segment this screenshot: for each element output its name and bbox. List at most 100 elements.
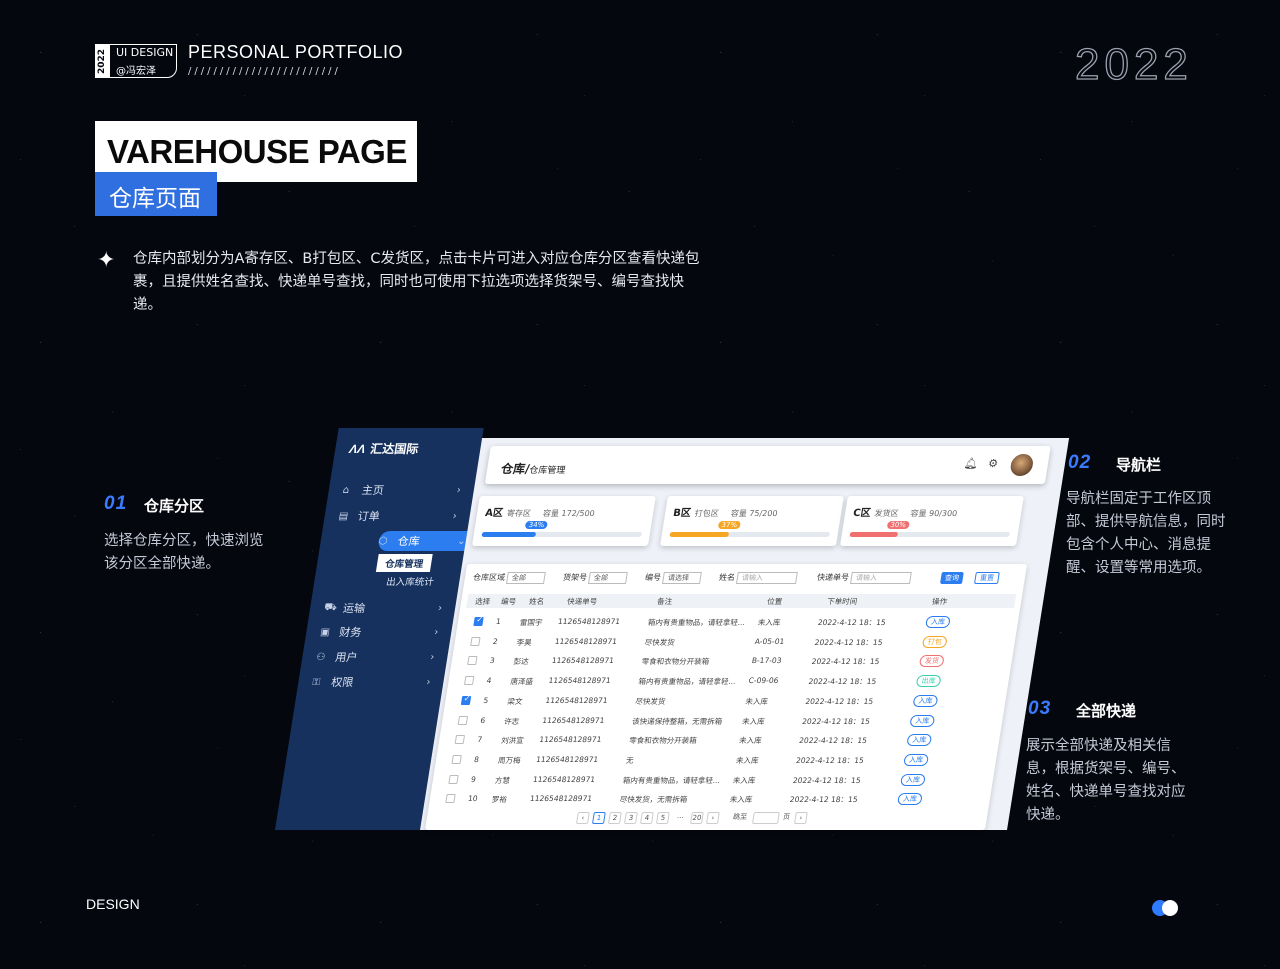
action-button[interactable]: 发货 bbox=[918, 655, 945, 668]
row-checkbox[interactable] bbox=[451, 754, 462, 764]
action-button[interactable]: 入库 bbox=[900, 773, 926, 786]
page-button[interactable]: 1 bbox=[591, 812, 606, 824]
sidebar-item-1[interactable]: ▤ 订单 › bbox=[337, 506, 458, 526]
page-button[interactable]: 2 bbox=[607, 812, 622, 824]
jump-go-button[interactable]: › bbox=[793, 812, 808, 824]
logo-mark-icon: ΛΛ bbox=[348, 442, 367, 456]
zone-card[interactable]: C区 发货区 容量 90/300 30% bbox=[839, 496, 1024, 546]
cell-track: 1126548128971 bbox=[538, 735, 603, 745]
cell-note: 箱内有贵重物品，请轻拿轻... bbox=[637, 677, 737, 687]
cell-note: 尽快发货，无需拆箱 bbox=[619, 795, 688, 805]
row-checkbox[interactable] bbox=[445, 794, 456, 804]
brand-year: 2022 bbox=[95, 44, 110, 78]
table-row[interactable]: 8 周万梅 1126548128971 无 未入库 2022-4-12 18：15 入库 bbox=[441, 752, 992, 768]
sidebar-item-6[interactable]: ⚿ 权限 › bbox=[311, 672, 432, 692]
cell-loc: 未入库 bbox=[735, 755, 760, 765]
cell-no: 6 bbox=[479, 715, 486, 725]
number-select[interactable]: 请选择 bbox=[661, 572, 702, 584]
cell-name: 雷国宇 bbox=[519, 618, 544, 627]
action-button[interactable]: 入库 bbox=[903, 753, 930, 766]
cell-no: 7 bbox=[476, 735, 483, 745]
finance-icon: ▣ bbox=[319, 626, 331, 638]
action-button[interactable]: 出库 bbox=[915, 675, 942, 688]
table-row[interactable]: 10 罗裕 1126548128971 尽快发货，无需拆箱 未入库 2022-4-12 1… bbox=[435, 791, 986, 807]
breadcrumb-item[interactable]: 仓库管理 bbox=[528, 466, 566, 476]
action-button[interactable]: 入库 bbox=[896, 793, 923, 806]
brand-line2: @冯宏泽 bbox=[116, 66, 156, 77]
cell-name: 方慧 bbox=[494, 775, 511, 785]
jump-page-input[interactable] bbox=[751, 812, 780, 824]
section-number: 01 bbox=[104, 493, 128, 514]
cell-loc: 未入库 bbox=[732, 775, 757, 785]
page-button[interactable]: 3 bbox=[623, 812, 638, 824]
page-button[interactable]: 4 bbox=[639, 812, 654, 824]
prev-page-button[interactable]: ‹ bbox=[575, 812, 590, 824]
cell-no: 4 bbox=[485, 676, 493, 686]
brand-line1: UI DESIGN bbox=[116, 46, 174, 59]
cell-loc: A-05-01 bbox=[754, 636, 786, 646]
sub-nav-item[interactable]: 出入库统计 bbox=[385, 574, 435, 588]
zone-card[interactable]: A区 寄存区 容量 172/500 34% bbox=[471, 496, 656, 546]
sparkle-icon: ✦ bbox=[97, 248, 116, 273]
row-checkbox[interactable] bbox=[460, 695, 472, 705]
action-button[interactable]: 入库 bbox=[906, 734, 933, 747]
page-button[interactable]: 20 bbox=[689, 812, 704, 824]
row-checkbox[interactable] bbox=[463, 676, 475, 686]
cell-no: 9 bbox=[470, 774, 477, 784]
cell-note: 零食和衣物分开装箱 bbox=[640, 657, 710, 667]
sidebar-item-3[interactable]: ⛟ 运输 › bbox=[323, 598, 444, 618]
chevron-icon: › bbox=[429, 651, 436, 663]
cell-note: 箱内有贵重物品，请轻拿轻... bbox=[647, 618, 746, 627]
toggle-dots-icon bbox=[1152, 900, 1178, 916]
page-button[interactable]: 5 bbox=[655, 812, 670, 824]
row-checkbox[interactable] bbox=[467, 656, 478, 666]
next-page-button[interactable]: › bbox=[705, 812, 720, 824]
cell-name: 许志 bbox=[503, 716, 520, 726]
sidebar-item-5[interactable]: ⚇ 用户 › bbox=[315, 647, 436, 667]
table-row[interactable]: 6 许志 1126548128971 该快递保持整箱，无需拆箱 未入库 2022-4-12… bbox=[447, 713, 998, 729]
table-row[interactable]: 5 梁文 1126548128971 尽快发货 未入库 2022-4-12 18：15 入库 bbox=[450, 693, 1001, 709]
sidebar-item-0[interactable]: ⌂ 主页 › bbox=[341, 480, 462, 500]
sub-nav-item[interactable]: 仓库管理 bbox=[375, 554, 433, 572]
action-button[interactable]: 入库 bbox=[924, 616, 951, 628]
reset-button[interactable]: 重置 bbox=[973, 572, 1000, 584]
cell-track: 1126548128971 bbox=[547, 676, 612, 686]
action-button[interactable]: 打包 bbox=[921, 635, 948, 648]
table-row[interactable]: 3 彭达 1126548128971 零食和衣物分开装箱 B-17-03 2022-4-1… bbox=[456, 653, 1007, 669]
action-button[interactable]: 入库 bbox=[912, 694, 939, 707]
gear-icon[interactable]: ⚙ bbox=[987, 457, 999, 470]
row-checkbox[interactable] bbox=[470, 636, 481, 646]
shelf-select[interactable]: 全部 bbox=[587, 572, 628, 584]
name-input[interactable]: 请输入 bbox=[735, 572, 798, 584]
sidebar-item-2[interactable]: ⬡ 仓库 ⌄ bbox=[377, 531, 468, 551]
action-button[interactable]: 入库 bbox=[909, 714, 936, 727]
user-icon: ⚇ bbox=[315, 651, 327, 663]
cell-time: 2022-4-12 18：15 bbox=[798, 736, 868, 746]
table-row[interactable]: 4 唐泽盛 1126548128971 箱内有贵重物品，请轻拿轻... C-09-06 2… bbox=[453, 673, 1004, 689]
cell-name: 唐泽盛 bbox=[509, 677, 534, 687]
table-row[interactable]: 9 方慧 1126548128971 箱内有贵重物品，请轻拿轻... 未入库 2022-4… bbox=[438, 772, 989, 788]
zone-card-title: B区 打包区 容量 75/200 bbox=[672, 508, 779, 519]
zone-card-title: C区 发货区 容量 90/300 bbox=[852, 508, 958, 519]
bell-icon[interactable]: 🔔︎ bbox=[963, 457, 979, 470]
row-checkbox[interactable] bbox=[473, 617, 484, 626]
row-checkbox[interactable] bbox=[454, 735, 466, 745]
area-select[interactable]: 全部 bbox=[505, 572, 546, 584]
app-logo: ΛΛ 汇达国际 bbox=[348, 442, 420, 456]
chevron-icon: › bbox=[433, 626, 440, 638]
row-checkbox[interactable] bbox=[448, 774, 459, 784]
table-row[interactable]: 2 李昊 1126548128971 尽快发货 A-05-01 2022-4-12 18：… bbox=[460, 634, 1011, 650]
table-row[interactable]: 1 雷国宇 1126548128971 箱内有贵重物品，请轻拿轻... 未入库 2022-… bbox=[463, 614, 1014, 630]
table-row[interactable]: 7 刘洪宣 1126548128971 零食和衣物分开装箱 未入库 2022-4-12 1… bbox=[444, 732, 995, 748]
sidebar-item-4[interactable]: ▣ 财务 › bbox=[319, 622, 440, 642]
capacity-percent: 34% bbox=[525, 521, 548, 529]
tracking-input[interactable]: 请输入 bbox=[849, 572, 912, 584]
sidebar-item-label: 用户 bbox=[334, 651, 359, 664]
section-desc: 展示全部快递及相关信息，根据货架号、编号、姓名、快递单号查找对应快递。 bbox=[1026, 738, 1186, 823]
home-icon: ⌂ bbox=[341, 484, 351, 496]
avatar[interactable] bbox=[1007, 453, 1036, 477]
row-checkbox[interactable] bbox=[457, 715, 469, 725]
query-button[interactable]: 查询 bbox=[939, 572, 964, 584]
zone-card[interactable]: B区 打包区 容量 75/200 37% bbox=[659, 496, 844, 546]
cell-no: 1 bbox=[495, 617, 502, 626]
